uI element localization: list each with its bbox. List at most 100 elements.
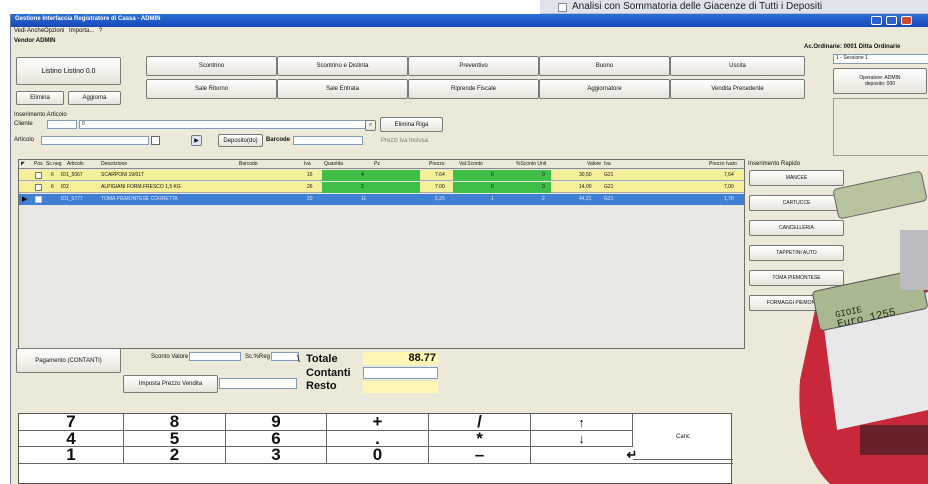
key-1[interactable]: 1 [19,445,124,464]
elimina-button[interactable]: Elimina [16,91,64,105]
row-quantita: 4 [361,172,364,178]
riprende-fiscale-button[interactable]: Riprende Fiscale [408,79,539,99]
totale-label: Totale [306,353,338,365]
table-row[interactable]: 6 ID2 ALPIGIANI FORM.FRESCO 1,5 KG 26 2 … [19,182,744,193]
col-quantita: Quantita [324,161,343,167]
menu-help[interactable]: ? [99,28,102,34]
minimize-button[interactable] [871,16,882,25]
operator-label: Vendor ADMIN [14,38,56,44]
totale-value: 88.77 [408,352,436,364]
elimina-riga-button[interactable]: Elimina Riga [380,117,443,132]
operator-info-line2: deposito: 000 [864,81,896,87]
menu-importa[interactable]: Importa... [69,28,94,34]
row-checkbox[interactable] [35,184,42,191]
col-iva: Iva [304,161,311,167]
background-window-banner: Analisi con Sommatoria delle Giacenze di… [540,0,928,14]
sommatoria-checkbox[interactable] [558,3,567,12]
prezzi-iva-label: Prezzi Iva Inclusa [381,138,429,144]
sale-ritorno-button[interactable]: Sale Ritorno [146,79,277,99]
title-bar: Gestione Interfaccia Registratore di Cas… [11,14,928,27]
row-sc: 6 [51,172,54,178]
table-row-selected[interactable]: ▶ ID1_5777 TOMA PIEMONTESE CORRETTA 20 1… [19,194,744,205]
pagamento-button[interactable]: Pagamento (CONTANTI) [16,348,121,373]
key-up[interactable]: ↑ [531,414,633,431]
resto-field [363,381,438,393]
row-valore: 44,21 [579,196,592,202]
inserimento-label: Inserimento Articolo [14,112,67,118]
col-articolo: Articolo [67,161,84,167]
imposta-prezzo-button[interactable]: Imposta Prezzo Vendita [123,375,218,393]
resto-label: Resto [306,380,337,392]
row-sconto: 0 [542,184,545,190]
key-enter[interactable]: ↵ [531,447,733,464]
key-0[interactable]: 0 [327,445,429,464]
key-2[interactable]: 2 [124,445,226,464]
col-barcode: Barcode [239,161,258,167]
sconto-valore-field[interactable] [189,352,241,361]
row-prezzo-ivato: 1,70 [724,196,734,202]
maximize-button[interactable] [886,16,897,25]
aggiorna-button[interactable]: Aggiorna [68,91,121,105]
col-scneg: Sc.neg [46,161,62,167]
preventivo-button[interactable]: Preventivo [408,56,539,76]
search-icon[interactable]: ⌕ [365,120,376,131]
register-display-top [833,171,927,219]
sconto-cell-highlight [453,170,551,181]
row-descrizione: ALPIGIANI FORM.FRESCO 1,5 KG [101,184,181,190]
deposito-button[interactable]: Deposito(do) [218,134,263,147]
col-pz: Pz [374,161,380,167]
sale-entrata-button[interactable]: Sale Entrata [277,79,408,99]
row-quantita: 11 [361,196,367,202]
key-down[interactable]: ↓ [531,431,633,447]
sommatoria-label: Analisi con Sommatoria delle Giacenze di… [572,1,823,12]
articolo-field[interactable] [41,136,149,145]
close-button[interactable] [901,16,912,25]
col-ivacode: Iva [604,161,611,167]
header-corner-icon: ◤ [21,161,25,167]
table-row[interactable]: 6 ID1_5067 SCARPONI 19/01T 16 4 7.64 0 0… [19,170,744,181]
articolo-check-icon[interactable] [151,136,160,145]
cliente-select[interactable] [47,120,77,129]
row-sconto: 0 [542,172,545,178]
row-iva: 26 [307,184,313,190]
items-table: ◤ Pos Sc.neg Articolo Descrizione Barcod… [18,159,745,349]
row-valsconto: 1 [491,196,494,202]
row-articolo: ID2 [61,184,69,190]
sconto-valore-label: Sconto Valore [151,354,189,360]
listino-button[interactable]: Listino Listino 0.0 [16,57,121,85]
barcode-field[interactable] [293,136,363,145]
numeric-keypad: 7 8 9 + / ↑ Canc 4 5 6 . * ↓ 1 2 3 0 – ↵ [18,412,733,484]
cash-register-image: GIOIE Euro 1255 [799,171,928,484]
key-3[interactable]: 3 [226,445,327,464]
vendita-precedente-button[interactable]: Vendita Precedente [670,79,805,99]
contanti-field[interactable] [363,367,438,379]
row-prezzo-ivato: 7,00 [724,184,734,190]
cliente-field[interactable]: 0 [79,120,369,129]
menu-opzioni[interactable]: Opzioni [44,28,64,34]
row-prezzo: 7.64 [435,172,445,178]
sconto-pct-field[interactable] [271,352,299,361]
qty-cell-highlight [322,170,420,181]
buono-button[interactable]: Buono [539,56,670,76]
articolo-label: Articolo [14,137,35,143]
col-valsconto: Val.Sconto [459,161,483,167]
scontrino-distinta-button[interactable]: Scontrino e Distinta [277,56,408,76]
menu-vedi-anche[interactable]: Vedi Anche [14,28,44,34]
row-sc: 6 [51,184,54,190]
row-quantita: 2 [361,184,364,190]
register-arm [900,230,928,290]
sessione-select[interactable]: 1 - Sessione 1 [833,54,928,64]
play-icon[interactable]: ▶ [191,135,202,146]
col-prezzo-ivato: Prezzo Ivato [709,161,737,167]
cliente-label: Cliente [14,121,33,127]
row-checkbox[interactable] [35,196,42,203]
row-articolo: ID1_5067 [61,172,83,178]
prezzo-vendita-field[interactable] [219,378,297,389]
row-checkbox[interactable] [35,172,42,179]
aggiornatore-button[interactable]: Aggiornatore [539,79,670,99]
scontrino-button[interactable]: Scontrino [146,56,277,76]
row-iva: 16 [307,172,313,178]
qty-cell-highlight [322,182,420,193]
key-minus[interactable]: – [429,445,531,464]
uscita-button[interactable]: Uscita [670,56,805,76]
